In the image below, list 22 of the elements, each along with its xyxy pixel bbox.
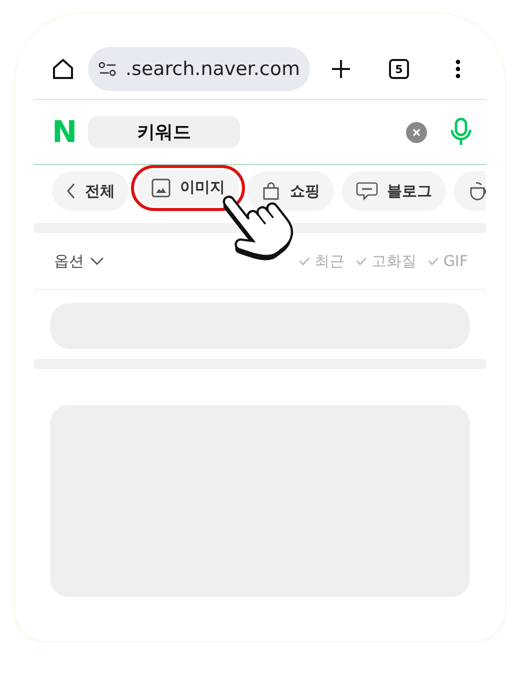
category-tab[interactable]: 쇼핑 [247, 171, 334, 211]
tab-count-button[interactable]: 5 [389, 59, 409, 79]
menu-icon[interactable] [455, 59, 461, 79]
address-bar[interactable]: .search.naver.com [88, 47, 310, 91]
home-icon[interactable] [52, 58, 74, 80]
check-icon [428, 256, 440, 266]
search-field[interactable]: 키워드 [88, 116, 240, 148]
cup-icon [468, 180, 486, 202]
shopping-bag-icon [261, 181, 281, 201]
options-dropdown[interactable]: 옵션 [54, 252, 104, 270]
chevron-left-icon [66, 183, 76, 199]
new-tab-icon[interactable] [331, 59, 351, 79]
category-tab[interactable]: 이미지 [137, 170, 239, 206]
category-tab[interactable]: 전체 [52, 171, 129, 211]
image-icon [151, 178, 171, 198]
check-icon [356, 256, 368, 266]
category-tab[interactable]: 블로그 [342, 171, 446, 211]
check-icon [299, 256, 310, 266]
chevron-down-icon [90, 257, 104, 265]
speech-bubble-icon [356, 181, 378, 201]
clear-icon[interactable] [406, 122, 427, 142]
site-settings-icon [98, 61, 118, 77]
